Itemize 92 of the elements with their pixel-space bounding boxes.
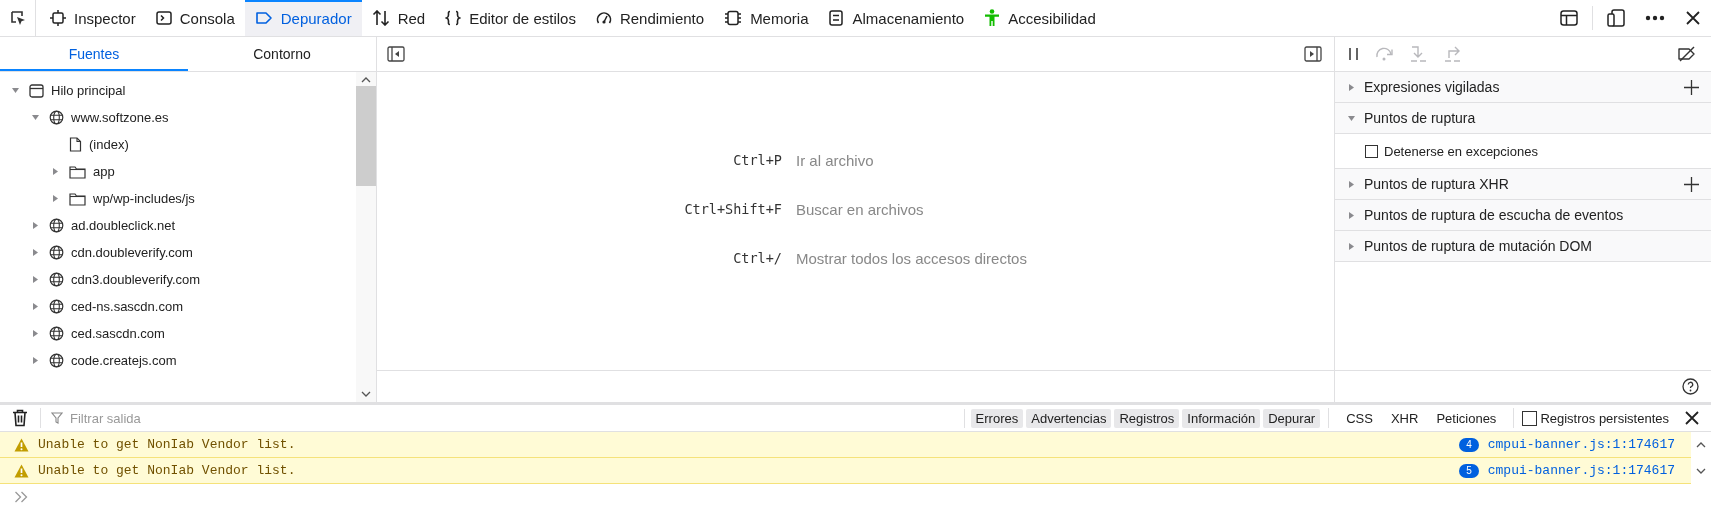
section-header[interactable]: Expresiones vigiladas bbox=[1335, 72, 1711, 103]
window-icon bbox=[29, 83, 44, 98]
source-link[interactable]: cmpui-banner.js:1:174617 bbox=[1487, 437, 1691, 452]
toggle-sidebar-icon[interactable] bbox=[387, 46, 405, 62]
folder-icon bbox=[69, 164, 86, 179]
warning-icon bbox=[14, 463, 29, 478]
panel-tab[interactable]: Fuentes bbox=[0, 37, 188, 71]
filter-toggle[interactable]: Registros bbox=[1114, 408, 1180, 428]
tree-item[interactable]: www.softzone.es bbox=[0, 104, 356, 131]
tool-tab[interactable]: Inspector bbox=[40, 0, 146, 36]
globe-icon bbox=[49, 353, 64, 368]
filter-toggle[interactable]: Errores bbox=[970, 408, 1024, 428]
tool-tab[interactable]: Editor de estilos bbox=[435, 0, 586, 36]
filter-toggle[interactable]: Depurar bbox=[1263, 408, 1321, 428]
pause-icon[interactable] bbox=[1347, 46, 1361, 62]
filter-toggle[interactable]: XHR bbox=[1385, 408, 1424, 428]
source-link[interactable]: cmpui-banner.js:1:174617 bbox=[1487, 463, 1691, 478]
repeat-count: 5 bbox=[1459, 463, 1479, 478]
tree-item[interactable]: (index) bbox=[0, 131, 356, 158]
shortcut-keys: Ctrl+/ bbox=[733, 250, 782, 267]
scrollbar[interactable] bbox=[356, 72, 376, 402]
tool-tab[interactable]: Red bbox=[361, 0, 436, 36]
scroll-down-icon[interactable] bbox=[360, 390, 372, 398]
document-icon bbox=[828, 10, 845, 26]
section-header[interactable]: Puntos de ruptura de mutación DOM bbox=[1335, 231, 1711, 262]
globe-icon bbox=[49, 299, 64, 314]
gauge-icon bbox=[595, 10, 612, 26]
tree-item[interactable]: app bbox=[0, 158, 356, 185]
layout-icon[interactable] bbox=[1560, 10, 1578, 26]
tree-item[interactable]: ced-ns.sascdn.com bbox=[0, 293, 356, 320]
globe-icon bbox=[49, 245, 64, 260]
funnel-icon bbox=[51, 412, 63, 424]
add-icon[interactable] bbox=[1684, 176, 1699, 192]
persist-logs-checkbox[interactable]: Registros persistentes bbox=[1522, 410, 1669, 426]
tool-tab[interactable]: Consola bbox=[145, 0, 245, 36]
chip-icon bbox=[724, 10, 743, 26]
tree-item[interactable]: code.createjs.com bbox=[0, 347, 356, 374]
up-down-arrows-icon bbox=[371, 10, 390, 26]
pointer-icon bbox=[8, 9, 27, 27]
tree-item[interactable]: cdn.doubleverify.com bbox=[0, 239, 356, 266]
panel-tab[interactable]: Contorno bbox=[188, 37, 376, 71]
folder-icon bbox=[69, 191, 86, 206]
scroll-up-icon[interactable] bbox=[1695, 441, 1707, 449]
trash-icon[interactable] bbox=[12, 409, 28, 427]
filter-toggle[interactable]: Información bbox=[1182, 408, 1261, 428]
filter-toggle[interactable]: Peticiones bbox=[1431, 408, 1502, 428]
deactivate-breakpoints-icon[interactable] bbox=[1677, 46, 1697, 62]
inspector-icon bbox=[50, 10, 66, 26]
filter-toggle[interactable]: CSS bbox=[1341, 408, 1378, 428]
globe-icon bbox=[49, 272, 64, 287]
message-text: Unable to get NonIab Vendor list. bbox=[38, 463, 297, 478]
console-icon bbox=[155, 10, 172, 26]
section-header[interactable]: Puntos de ruptura de escucha de eventos bbox=[1335, 200, 1711, 231]
shortcut-keys: Ctrl+Shift+F bbox=[684, 201, 782, 218]
message-text: Unable to get NonIab Vendor list. bbox=[38, 437, 297, 452]
warning-icon bbox=[14, 437, 29, 452]
filter-field[interactable]: Filtrar salida bbox=[68, 409, 964, 427]
globe-icon bbox=[49, 110, 64, 125]
tool-tab[interactable]: Rendimiento bbox=[585, 0, 715, 36]
tree-item[interactable]: Hilo principal bbox=[0, 77, 356, 104]
scroll-up-icon[interactable] bbox=[360, 76, 372, 84]
close-icon[interactable] bbox=[1685, 411, 1699, 425]
tree-item[interactable]: ad.doubleclick.net bbox=[0, 212, 356, 239]
tool-tab[interactable]: Depurador bbox=[244, 0, 362, 36]
more-options-icon[interactable] bbox=[1645, 15, 1665, 21]
debugger-icon bbox=[254, 10, 273, 26]
globe-icon bbox=[49, 326, 64, 341]
shortcut-label: Buscar en archivos bbox=[796, 201, 924, 218]
accessibility-icon bbox=[984, 9, 1001, 27]
tool-tab[interactable]: Almacenamiento bbox=[818, 0, 975, 36]
repeat-count: 4 bbox=[1459, 437, 1479, 452]
section-header[interactable]: Puntos de ruptura XHR bbox=[1335, 169, 1711, 200]
tree-item[interactable]: ced.sascdn.com bbox=[0, 320, 356, 347]
shortcut-label: Mostrar todos los accesos directos bbox=[796, 250, 1027, 267]
file-icon bbox=[69, 137, 82, 152]
help-icon[interactable] bbox=[1682, 378, 1699, 395]
braces-icon bbox=[445, 10, 462, 26]
section-header[interactable]: Puntos de ruptura bbox=[1335, 103, 1711, 134]
close-icon[interactable] bbox=[1685, 10, 1701, 26]
scroll-down-icon[interactable] bbox=[1695, 467, 1707, 475]
tool-tab[interactable]: Accesibilidad bbox=[974, 0, 1106, 36]
tree-item[interactable]: wp/wp-includes/js bbox=[0, 185, 356, 212]
toggle-sidebar-icon[interactable] bbox=[1304, 46, 1322, 62]
shortcut-label: Ir al archivo bbox=[796, 152, 874, 169]
filter-toggle[interactable]: Advertencias bbox=[1026, 408, 1112, 428]
tool-tab[interactable]: Memoria bbox=[714, 0, 819, 36]
shortcut-keys: Ctrl+P bbox=[733, 152, 782, 169]
add-icon[interactable] bbox=[1684, 79, 1699, 95]
responsive-view-icon[interactable] bbox=[1607, 9, 1625, 27]
prompt-chevron-icon bbox=[14, 491, 28, 503]
tree-item[interactable]: cdn3.doubleverify.com bbox=[0, 266, 356, 293]
globe-icon bbox=[49, 218, 64, 233]
